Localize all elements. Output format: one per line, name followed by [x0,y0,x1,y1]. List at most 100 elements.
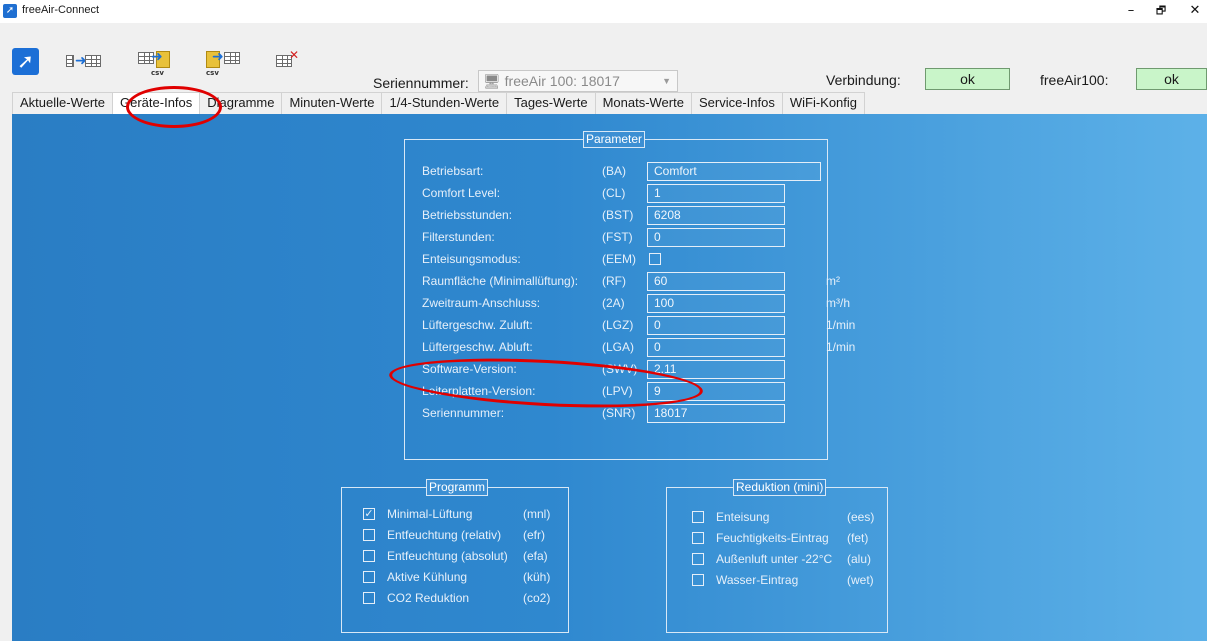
checkbox-icon[interactable] [363,592,375,604]
option-label: CO2 Reduktion [387,591,470,605]
device-label: freeAir100: [1040,72,1109,88]
programm-option-efa[interactable]: Entfeuchtung (absolut) (efa) [363,547,563,567]
param-code: (LPV) [602,384,633,398]
tab-service-infos[interactable]: Service-Infos [690,92,783,114]
serial-value: freeAir 100: 18017 [504,73,620,89]
option-label: Entfeuchtung (relativ) [387,528,502,542]
content-panel: Parameter Betriebsart: (BA) Comfort Comf… [12,114,1207,641]
checkbox-icon[interactable] [692,553,704,565]
programm-option-efr[interactable]: Entfeuchtung (relativ) (efr) [363,526,563,546]
param-code: (LGA) [602,340,635,354]
checkbox-icon[interactable] [363,550,375,562]
param-value-snr[interactable]: 18017 [647,404,785,423]
option-code: (co2) [523,591,551,605]
param-code: (CL) [602,186,626,200]
param-code: (BST) [602,208,634,222]
restore-button[interactable]: 🗗 [1151,3,1171,19]
programm-group-title: Programm [426,479,489,496]
programm-option-kueh[interactable]: Aktive Kühlung (küh) [363,568,563,588]
param-name: Betriebsstunden: [422,208,513,222]
connection-label: Verbindung: [826,72,901,88]
param-code: (BA) [602,164,626,178]
checkbox-icon[interactable] [363,529,375,541]
title-bar: ➚ freeAir-Connect – 🗗 ✕ [0,0,1207,23]
param-value-fst[interactable]: 0 [647,228,785,247]
option-code: (alu) [847,552,872,566]
option-label: Feuchtigkeits-Eintrag [716,531,829,545]
param-name: Software-Version: [422,362,517,376]
device-icon: 🖥 [483,73,501,89]
minimize-button[interactable]: – [1121,3,1141,19]
param-code: (SNR) [602,406,636,420]
checkbox-checked-icon[interactable]: ✓ [363,508,375,520]
close-button[interactable]: ✕ [1185,3,1205,19]
param-code: (2A) [602,296,625,310]
param-value-lga[interactable]: 0 [647,338,785,357]
param-code: (EEM) [602,252,636,266]
delete-data-icon[interactable]: ✕ [276,47,310,77]
checkbox-icon[interactable] [692,532,704,544]
param-value-lpv[interactable]: 9 [647,382,785,401]
connection-status-badge: ok [925,68,1010,90]
window-title: freeAir-Connect [22,4,100,16]
reduktion-option-ees[interactable]: Enteisung (ees) [692,508,882,528]
serial-label: Seriennummer: [373,75,469,91]
checkbox-icon[interactable] [692,574,704,586]
chevron-down-icon: ▼ [662,76,671,86]
option-code: (küh) [523,570,551,584]
param-name: Lüftergeschw. Abluft: [422,340,533,354]
tab-diagramme[interactable]: Diagramme [199,92,283,114]
option-label: Entfeuchtung (absolut) [387,549,508,563]
param-code: (FST) [602,230,633,244]
param-name: Comfort Level: [422,186,501,200]
programm-group: Programm ✓ Minimal-Lüftung (mnl) Entfeuc… [341,479,569,633]
param-value-ba[interactable]: Comfort [647,162,821,181]
param-value-rf[interactable]: 60 [647,272,785,291]
param-value-swv[interactable]: 2.11 [647,360,785,379]
tab-monats-werte[interactable]: Monats-Werte [594,92,692,114]
option-code: (mnl) [523,507,551,521]
option-label: Minimal-Lüftung [387,507,473,521]
param-value-2a[interactable]: 100 [647,294,785,313]
checkbox-icon[interactable] [363,571,375,583]
option-code: (wet) [847,573,874,587]
app-icon: ➚ [3,4,17,18]
device-status-badge: ok [1136,68,1207,90]
tab-wifi-konfig[interactable]: WiFi-Konfig [781,92,866,114]
reduktion-option-wet[interactable]: Wasser-Eintrag (wet) [692,571,882,591]
param-value-cl[interactable]: 1 [647,184,785,203]
reduktion-option-fet[interactable]: Feuchtigkeits-Eintrag (fet) [692,529,882,549]
programm-option-mnl[interactable]: ✓ Minimal-Lüftung (mnl) [363,505,563,525]
param-name: Leiterplatten-Version: [422,384,536,398]
param-name: Raumfläche (Minimallüftung): [422,274,579,288]
parameter-group: Parameter Betriebsart: (BA) Comfort Comf… [404,131,855,460]
param-name: Zweitraum-Anschluss: [422,296,541,310]
option-code: (efr) [523,528,545,542]
tab-minuten-werte[interactable]: Minuten-Werte [281,92,383,114]
param-unit: m³/h [826,296,850,310]
reduktion-group-title: Reduktion (mini) [733,479,827,496]
programm-option-co2[interactable]: CO2 Reduktion (co2) [363,589,563,609]
reduktion-option-alu[interactable]: Außenluft unter -22°C (alu) [692,550,882,570]
param-name: Lüftergeschw. Zuluft: [422,318,533,332]
param-checkbox-eem[interactable] [649,253,661,265]
option-label: Enteisung [716,510,770,524]
serial-select[interactable]: 🖥 freeAir 100: 18017 ▼ [478,70,678,92]
tab-geraete-infos[interactable]: Geräte-Infos [112,92,201,115]
tab-bar: Aktuelle-Werte Geräte-Infos Diagramme Mi… [12,92,866,115]
param-value-lgz[interactable]: 0 [647,316,785,335]
param-value-bst[interactable]: 6208 [647,206,785,225]
param-name: Seriennummer: [422,406,505,420]
freeair-logo-icon[interactable]: ➚ [12,48,39,75]
option-code: (fet) [847,531,869,545]
tab-aktuelle-werte[interactable]: Aktuelle-Werte [12,92,114,114]
import-csv-icon[interactable]: ➜ csv [206,47,240,77]
export-csv-icon[interactable]: ➜ csv [138,47,172,77]
param-name: Betriebsart: [422,164,484,178]
tab-viertelstunden-werte[interactable]: 1/4-Stunden-Werte [381,92,508,114]
option-code: (ees) [847,510,875,524]
tab-tages-werte[interactable]: Tages-Werte [506,92,596,114]
param-code: (LGZ) [602,318,634,332]
checkbox-icon[interactable] [692,511,704,523]
read-data-icon[interactable]: ➜ [66,47,101,77]
